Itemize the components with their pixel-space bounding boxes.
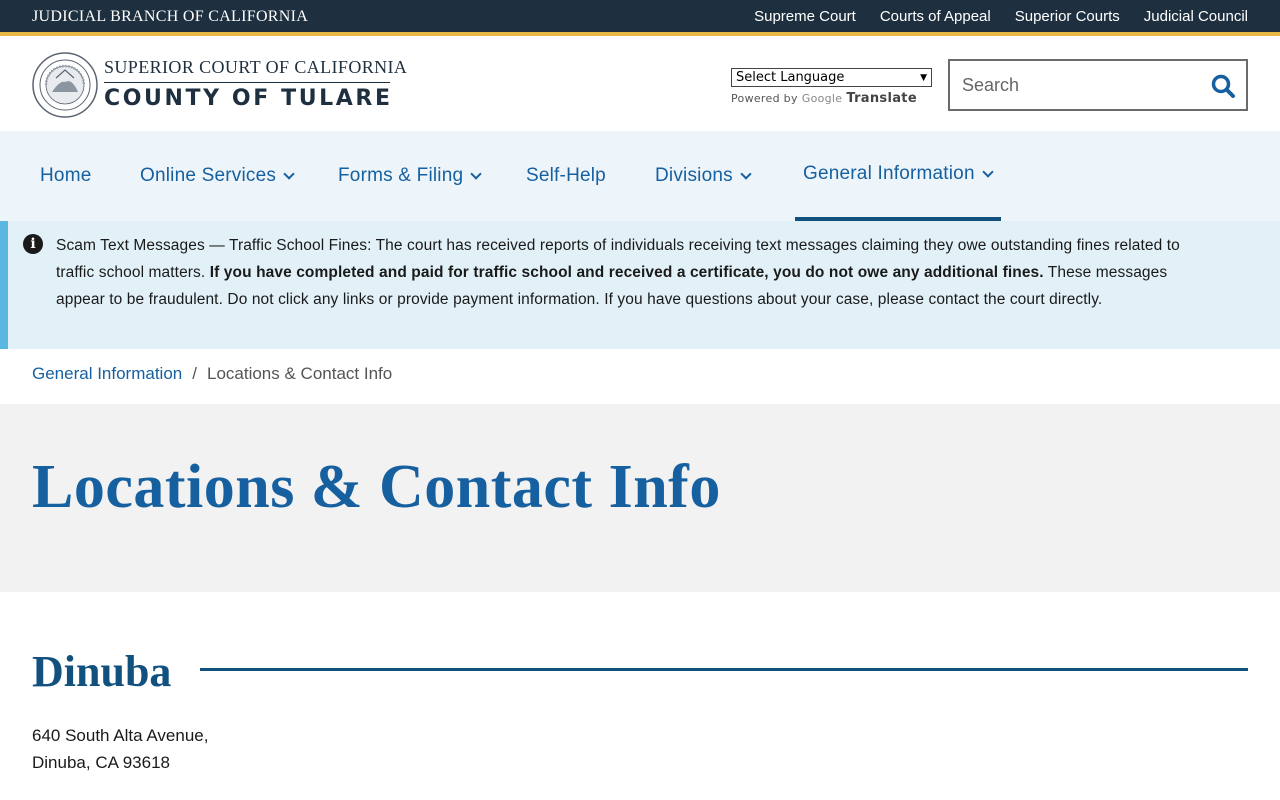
chevron-down-icon	[470, 167, 482, 180]
google-logo: Google	[801, 92, 843, 105]
scam-alert-banner: i Scam Text Messages — Traffic School Fi…	[0, 221, 1280, 349]
breadcrumb-current: Locations & Contact Info	[206, 364, 393, 383]
dinuba-address: 640 South Alta Avenue, Dinuba, CA 93618	[32, 722, 208, 776]
logo-divider	[104, 82, 390, 83]
address-line-1: 640 South Alta Avenue,	[32, 726, 209, 745]
search-icon[interactable]	[1210, 73, 1236, 99]
court-seal-icon[interactable]	[32, 52, 98, 118]
nav-divisions[interactable]: Divisions	[655, 131, 752, 221]
top-utility-bar: JUDICIAL BRANCH OF CALIFORNIA Supreme Co…	[0, 0, 1280, 36]
main-navigation: Home Online Services Forms & Filing Self…	[0, 131, 1280, 221]
powered-by-label: Powered by	[731, 92, 798, 105]
link-superior-courts[interactable]: Superior Courts	[1015, 8, 1120, 25]
language-select[interactable]: Select Language ▼	[731, 68, 932, 87]
link-judicial-council[interactable]: Judicial Council	[1144, 8, 1248, 25]
language-select-value: Select Language	[736, 70, 845, 85]
breadcrumb: General Information / Locations & Contac…	[32, 364, 392, 384]
logo-superior-court[interactable]: SUPERIOR COURT OF CALIFORNIA	[104, 57, 407, 78]
section-divider	[200, 668, 1248, 671]
alert-bold-text: If you have completed and paid for traff…	[209, 264, 1044, 281]
nav-divisions-label: Divisions	[655, 165, 733, 186]
nav-forms-filing-label: Forms & Filing	[338, 165, 464, 186]
nav-self-help-label: Self-Help	[526, 165, 606, 186]
page-title-band: Locations & Contact Info	[0, 404, 1280, 592]
site-header: SUPERIOR COURT OF CALIFORNIA COUNTY OF T…	[0, 40, 1280, 131]
top-links: Supreme Court Courts of Appeal Superior …	[754, 8, 1248, 25]
translate-link[interactable]: Translate	[846, 91, 917, 106]
nav-online-services-label: Online Services	[140, 165, 277, 186]
link-supreme-court[interactable]: Supreme Court	[754, 8, 856, 25]
chevron-down-icon	[740, 167, 752, 180]
search-input[interactable]	[962, 73, 1192, 97]
info-icon: i	[23, 234, 43, 254]
nav-online-services[interactable]: Online Services	[140, 131, 295, 221]
chevron-down-icon	[283, 167, 295, 180]
nav-forms-filing[interactable]: Forms & Filing	[338, 131, 482, 221]
chevron-down-icon	[982, 165, 994, 178]
page-title: Locations & Contact Info	[32, 453, 721, 521]
judicial-branch-title: JUDICIAL BRANCH OF CALIFORNIA	[32, 8, 309, 25]
section-title-dinuba: Dinuba	[32, 647, 172, 696]
chevron-down-icon: ▼	[920, 72, 927, 83]
nav-home[interactable]: Home	[40, 131, 91, 221]
alert-lead: Scam Text Messages — Traffic School Fine…	[56, 237, 372, 254]
logo-county[interactable]: COUNTY OF TULARE	[104, 86, 393, 111]
breadcrumb-separator: /	[192, 364, 197, 383]
breadcrumb-general-information[interactable]: General Information	[32, 364, 182, 384]
link-courts-of-appeal[interactable]: Courts of Appeal	[880, 8, 991, 25]
nav-general-information-label: General Information	[803, 163, 975, 184]
nav-general-information[interactable]: General Information	[795, 131, 1001, 221]
search-box	[948, 59, 1248, 111]
address-line-2: Dinuba, CA 93618	[32, 753, 170, 772]
nav-home-label: Home	[40, 165, 92, 186]
alert-message: Scam Text Messages — Traffic School Fine…	[56, 232, 1186, 313]
powered-by-google-translate: Powered by Google Translate	[731, 91, 917, 106]
nav-self-help[interactable]: Self-Help	[526, 131, 606, 221]
